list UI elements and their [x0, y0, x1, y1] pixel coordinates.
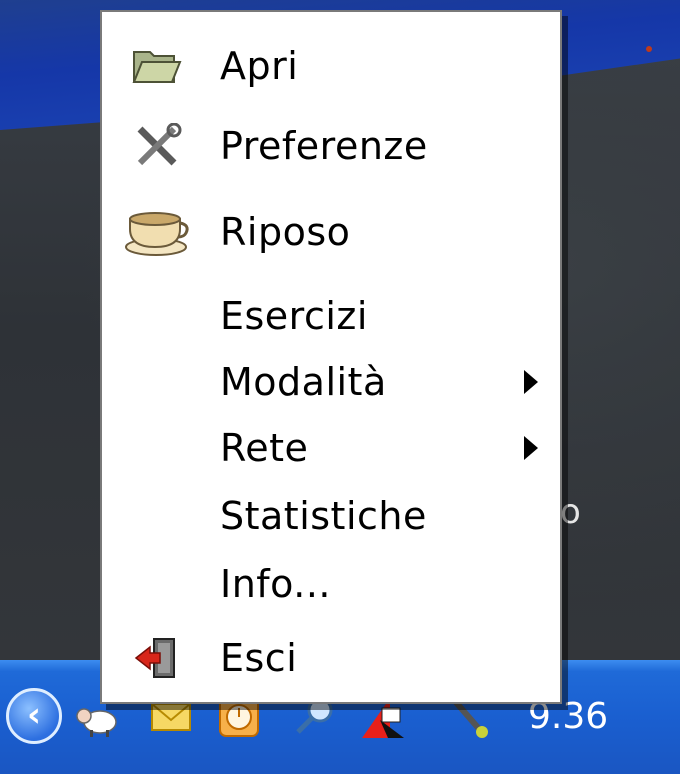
- menu-item-label: Rete: [220, 426, 309, 470]
- menu-item-label: Modalità: [220, 360, 387, 404]
- menu-item-label: Info...: [220, 562, 331, 606]
- tools-icon: [124, 116, 190, 176]
- menu-item-label: Esci: [220, 636, 298, 680]
- menu-item-modalita[interactable]: Modalità: [102, 352, 560, 412]
- tray-context-menu: Apri Preferenze Riposo Esercizi Modalità…: [100, 10, 562, 704]
- menu-item-riposo[interactable]: Riposo: [102, 202, 560, 262]
- submenu-arrow-icon: [524, 370, 538, 394]
- menu-item-label: Statistiche: [220, 494, 427, 538]
- menu-item-esercizi[interactable]: Esercizi: [102, 286, 560, 346]
- menu-item-preferenze[interactable]: Preferenze: [102, 116, 560, 176]
- menu-item-label: Preferenze: [220, 124, 428, 168]
- wallpaper-detail: [646, 46, 652, 52]
- folder-icon: [124, 36, 190, 96]
- show-hidden-icons-icon[interactable]: ‹: [6, 688, 62, 744]
- submenu-arrow-icon: [524, 436, 538, 460]
- menu-item-rete[interactable]: Rete: [102, 418, 560, 478]
- menu-item-esci[interactable]: Esci: [102, 628, 560, 688]
- menu-item-apri[interactable]: Apri: [102, 36, 560, 96]
- menu-item-statistiche[interactable]: Statistiche: [102, 486, 560, 546]
- menu-item-label: Riposo: [220, 210, 351, 254]
- desktop-partial-text: o: [560, 492, 581, 532]
- exit-door-icon: [124, 628, 190, 688]
- menu-item-label: Apri: [220, 44, 299, 88]
- menu-item-info[interactable]: Info...: [102, 554, 560, 614]
- menu-item-label: Esercizi: [220, 294, 368, 338]
- coffee-cup-icon: [124, 202, 190, 262]
